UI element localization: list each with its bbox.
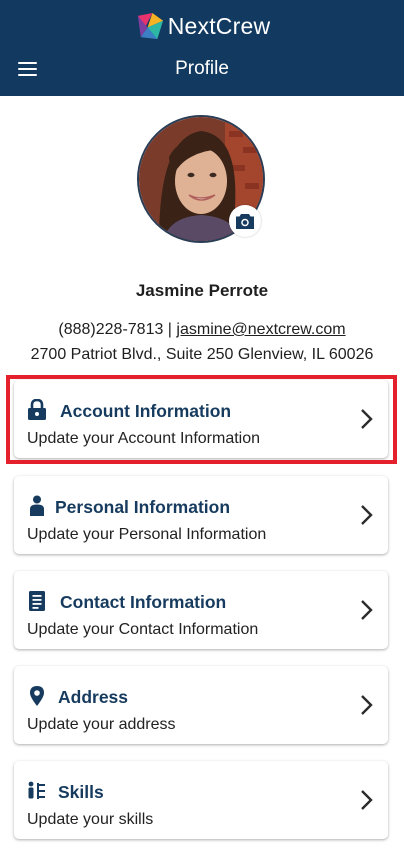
address-line: 2700 Patriot Blvd., Suite 250 Glenview, …	[30, 346, 374, 363]
phone-number: (888)228-7813	[58, 321, 164, 338]
card-title: Contact Information	[60, 592, 227, 612]
location-pin-icon	[26, 685, 48, 707]
card-subtitle: Update your Personal Information	[27, 526, 267, 543]
user-name: Jasmine Perrote	[135, 281, 269, 300]
address-card[interactable]: Address Update your address	[14, 666, 388, 744]
card-subtitle: Update your address	[27, 716, 176, 733]
personal-information-card[interactable]: Personal Information Update your Persona…	[14, 476, 388, 554]
card-title: Personal Information	[55, 497, 231, 517]
document-icon	[26, 590, 48, 612]
avatar-container	[137, 115, 265, 243]
change-photo-camera-icon[interactable]	[229, 205, 261, 237]
page-title: Profile	[175, 58, 229, 79]
contact-information-card[interactable]: Contact Information Update your Contact …	[14, 571, 388, 649]
card-subtitle: Update your Contact Information	[27, 621, 259, 638]
card-subtitle: Update your skills	[27, 811, 154, 828]
chevron-right-icon	[361, 600, 373, 620]
chevron-right-icon	[361, 505, 373, 525]
skills-icon	[26, 780, 48, 802]
contact-line: (888)228-7813 | jasmine@nextcrew.com	[0, 321, 404, 339]
brand-name: NextCrew	[167, 12, 271, 39]
brand: NextCrew	[0, 8, 404, 44]
highlight-box	[6, 375, 397, 464]
chevron-right-icon	[361, 790, 373, 810]
email-link[interactable]: jasmine@nextcrew.com	[176, 321, 345, 338]
skills-card[interactable]: Skills Update your skills	[14, 761, 388, 839]
contact-separator: |	[163, 321, 177, 338]
card-title: Skills	[58, 782, 104, 802]
nextcrew-logo-icon	[137, 12, 163, 39]
card-title: Address	[58, 687, 129, 707]
app-header: NextCrew Profile	[0, 0, 404, 96]
chevron-right-icon	[361, 695, 373, 715]
person-icon	[26, 495, 48, 517]
